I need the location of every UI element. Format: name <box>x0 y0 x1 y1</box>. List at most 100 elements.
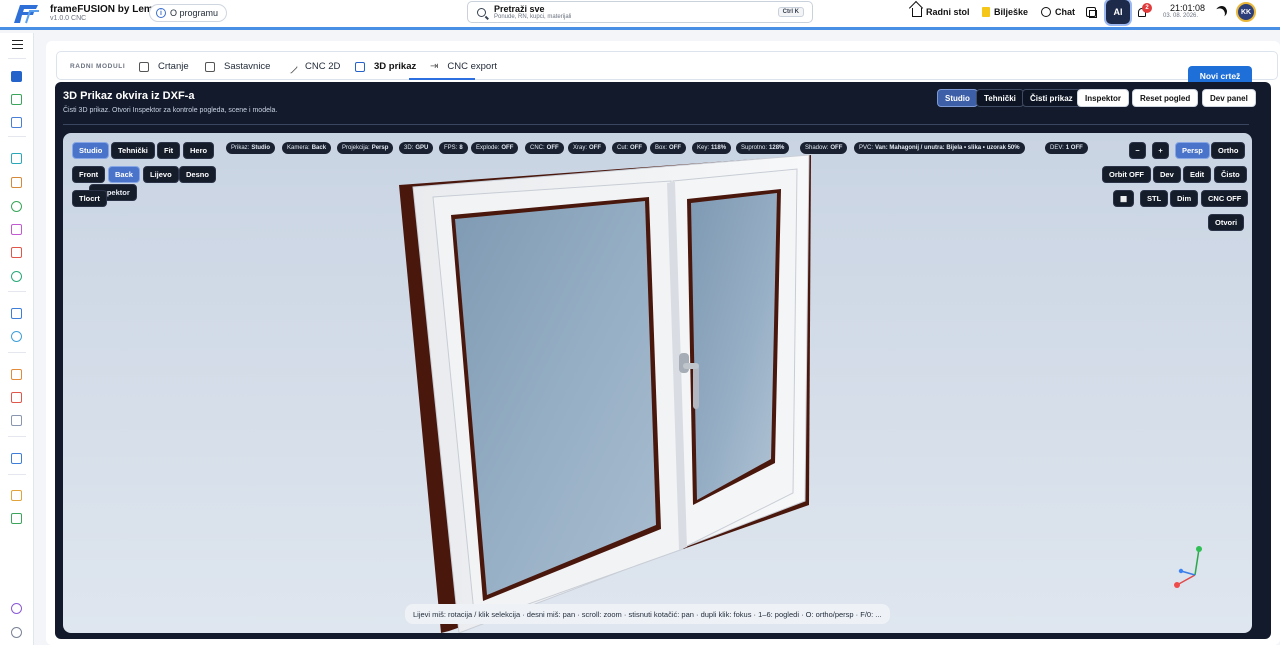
ai-button[interactable]: AI <box>1106 0 1130 24</box>
app-title: frameFUSION by Lemy <box>50 4 159 15</box>
window-model[interactable] <box>63 133 1252 633</box>
notes-link[interactable]: Bilješke <box>982 7 1028 17</box>
globe-icon[interactable] <box>11 271 22 282</box>
edit-button[interactable]: Edit <box>1183 166 1212 183</box>
tab-label: CNC 2D <box>305 61 341 72</box>
tab-label: 3D prikaz <box>374 61 417 72</box>
dev-button[interactable]: Dev <box>1153 166 1181 183</box>
pdf-icon[interactable] <box>11 247 22 258</box>
global-search[interactable]: Pretraži sve Ponude, RN, kupci, materija… <box>467 1 813 23</box>
right-view-button[interactable]: Desno <box>179 166 216 183</box>
note-icon <box>982 7 990 17</box>
mail-icon[interactable] <box>11 308 22 319</box>
perspective-button[interactable]: Persp <box>1175 142 1210 159</box>
tab-label: CNC export <box>447 61 498 72</box>
ortho-button[interactable]: Ortho <box>1211 142 1246 159</box>
cart-icon[interactable] <box>11 513 22 524</box>
wrench-icon <box>283 59 299 74</box>
status-chip-cnc: CNC: OFF <box>525 142 564 154</box>
tab-3d-prikaz[interactable]: 3D prikaz <box>355 61 416 72</box>
calendar-icon[interactable] <box>11 177 22 188</box>
tab-sastavnice[interactable]: Sastavnice <box>205 61 270 72</box>
book-3d-icon <box>355 61 365 72</box>
sliders-icon[interactable] <box>11 415 22 426</box>
handle-neck <box>683 363 699 369</box>
tab-crtanje[interactable]: Crtanje <box>139 61 189 72</box>
export-arrow-icon: ⇥ <box>430 61 439 72</box>
top-view-button[interactable]: Tlocrt <box>72 190 107 207</box>
active-tab-indicator <box>409 78 475 80</box>
cube-icon[interactable] <box>11 153 22 164</box>
draw-icon[interactable] <box>11 71 22 82</box>
status-chip-opposite: Suprotno: 128% <box>736 142 790 154</box>
table-icon <box>205 61 215 72</box>
chat-icon <box>1041 7 1051 17</box>
cnc-toggle-button[interactable]: CNC OFF <box>1201 190 1249 207</box>
tab-cnc-2d[interactable]: CNC 2D <box>283 59 341 74</box>
magic-icon[interactable] <box>11 603 22 614</box>
open-button[interactable]: Otvori <box>1208 214 1245 231</box>
orbit-toggle-button[interactable]: Orbit OFF <box>1102 166 1151 183</box>
clock-date: 03. 08. 2026. <box>1163 13 1199 19</box>
status-chip-pvc: PVC: Van: Mahagonij / unutra: Bijela • sl… <box>854 142 1025 154</box>
book-icon[interactable] <box>11 453 22 464</box>
zoom-out-button[interactable]: − <box>1129 142 1146 159</box>
back-view-button[interactable]: Back <box>108 166 140 183</box>
left-view-button[interactable]: Lijevo <box>143 166 179 183</box>
viewer-panel: 3D Prikaz okvira iz DXF-a Čisti 3D prika… <box>55 82 1271 639</box>
zoom-in-button[interactable]: + <box>1152 142 1169 159</box>
report-icon[interactable] <box>11 224 22 235</box>
stl-button[interactable]: STL <box>1140 190 1169 207</box>
axes-gizmo-icon <box>1174 546 1202 588</box>
viewer-divider <box>63 124 1249 125</box>
clean-button[interactable]: Čisto <box>1214 166 1247 183</box>
3d-scene[interactable]: Studio Tehnički Fit Hero Front Back Lije… <box>63 133 1252 633</box>
clean-view-button[interactable]: Čisti prikaz <box>1022 89 1081 107</box>
dim-button[interactable]: Dim <box>1170 190 1199 207</box>
sidebar-divider <box>8 474 26 475</box>
settings-icon[interactable] <box>11 627 22 638</box>
left-glass <box>455 201 656 595</box>
clock-icon[interactable] <box>11 201 22 212</box>
tools-icon[interactable] <box>11 392 22 403</box>
users-icon[interactable] <box>11 331 22 342</box>
windows-icon[interactable] <box>1086 7 1097 18</box>
about-label: O programu <box>170 8 219 18</box>
status-chip-fps: FPS: 8 <box>439 142 468 154</box>
viewer-title: 3D Prikaz okvira iz DXF-a <box>63 90 195 102</box>
tab-label: Sastavnice <box>224 61 271 72</box>
reset-view-button[interactable]: Reset pogled <box>1132 89 1199 107</box>
top-bar: frameFUSION by Lemy v1.0.0 CNC i O progr… <box>0 0 1280 30</box>
dev-panel-button[interactable]: Dev panel <box>1202 89 1256 107</box>
mouse-hint: Lijevi miš: rotacija / klik selekcija · … <box>405 604 890 624</box>
document-icon[interactable] <box>11 94 22 105</box>
chat-link[interactable]: Chat <box>1041 7 1075 17</box>
technical-button[interactable]: Tehnički <box>976 89 1024 107</box>
modules-label: RADNI MODULI <box>70 63 126 70</box>
fit-button[interactable]: Fit <box>157 142 181 159</box>
hero-button[interactable]: Hero <box>183 142 215 159</box>
status-chip-3d: 3D: GPU <box>399 142 434 154</box>
studio-button[interactable]: Studio <box>937 89 978 107</box>
status-chip-cut: Cut: OFF <box>612 142 648 154</box>
status-chip-projection: Projekcija: Persp <box>337 142 394 154</box>
package-icon[interactable] <box>11 490 22 501</box>
tab-cnc-export[interactable]: ⇥ CNC export <box>430 61 497 72</box>
menu-icon[interactable] <box>12 40 23 49</box>
inspector-button[interactable]: Inspektor <box>1077 89 1130 107</box>
grid-icon[interactable]: ▦ <box>1113 190 1134 207</box>
front-view-button[interactable]: Front <box>72 166 106 183</box>
file-icon[interactable] <box>11 117 22 128</box>
scene-studio-button[interactable]: Studio <box>72 142 110 159</box>
dashboard-link[interactable]: Radni stol <box>912 7 970 17</box>
info-icon: i <box>156 8 166 18</box>
user-avatar[interactable]: KK <box>1236 2 1256 22</box>
theme-toggle-icon[interactable] <box>1214 4 1229 19</box>
shapes-icon[interactable] <box>11 369 22 380</box>
search-icon <box>477 8 486 17</box>
about-button[interactable]: i O programu <box>149 4 228 22</box>
sidebar-divider <box>8 58 26 59</box>
scene-technical-button[interactable]: Tehnički <box>111 142 155 159</box>
status-chip-camera: Kamera: Back <box>282 142 332 154</box>
search-subtitle: Ponude, RN, kupci, materijali <box>494 14 572 20</box>
